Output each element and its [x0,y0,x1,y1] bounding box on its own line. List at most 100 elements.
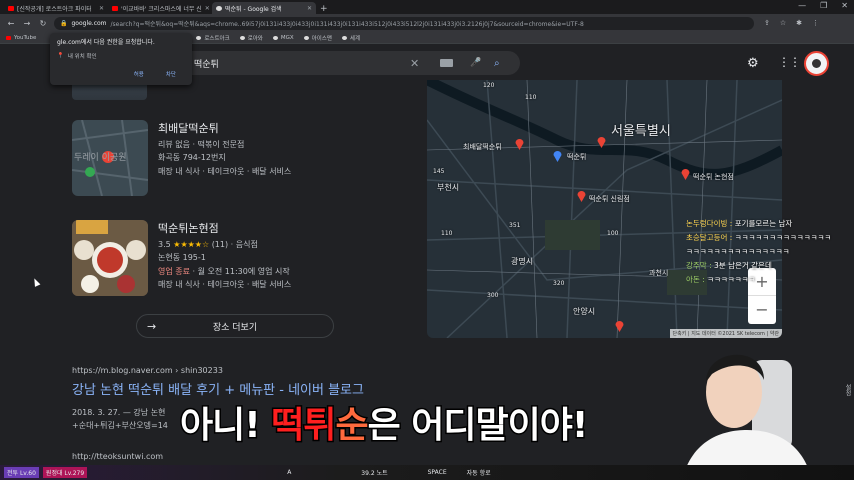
hud-slot: SPACE [427,469,447,476]
tab-1[interactable]: '이교바바' 크리스마스에 너무 신 ✕ [108,2,212,14]
road-number: 110 [525,94,537,101]
result-url[interactable]: http://tteoksuntwi.com [72,452,163,461]
map-city-label: 부천시 [437,183,460,192]
tab-label: 떡순튀 - Google 검색 [225,5,282,13]
place-name[interactable]: 최배달떡순튀 [158,122,291,136]
chat-user: 논두렁다이빙 : [686,219,733,228]
place-hours: 영업 종료 · 월 오전 11:30에 영업 시작 [158,265,291,279]
arrow-right-icon: → [147,319,157,333]
map-pin-icon[interactable] [597,136,606,148]
hud-slot: A [287,469,292,476]
close-icon[interactable]: ✕ [307,5,312,12]
chat-line: 초승달고등어 : ㅋㅋㅋㅋㅋㅋㅋㅋㅋㅋㅋㅋㅋㅋ [686,231,831,245]
reload-icon[interactable]: ↻ [38,19,48,28]
tab-label: [신작공개] 로스트아크 파이터 [17,5,92,13]
road-number: 110 [441,230,453,237]
hud-slot: 39.2 노트 [361,470,388,477]
maximize-icon[interactable]: ❐ [820,1,827,10]
youtube-icon [112,5,118,11]
search-icon[interactable]: ⌕ [494,58,500,69]
search-input[interactable]: 떡순튀 ✕ 🎤 ⌕ [140,51,520,75]
google-icon [216,5,222,11]
map-city-label: 서울특별시 [611,124,671,139]
bookmark-icon [239,35,245,40]
mic-icon[interactable]: 🎤 [470,58,481,68]
bookmark-label: 아이스맨 [311,35,332,42]
bookmark-label: YouTube [14,34,37,41]
popup-title: gle.com에서 다음 권한을 요청합니다. [57,39,155,46]
place-name[interactable]: 떡순튀논현점 [158,222,291,236]
close-icon[interactable]: ✕ [99,5,104,12]
game-hud: 전투 Lv.60 원정대 Lv.279 A 39.2 노트 SPACE 자동 항… [0,465,854,480]
close-icon[interactable]: ✕ [205,5,210,12]
road-number: 120 [483,82,495,89]
bookmark-iceman[interactable]: 아이스맨 [303,34,332,42]
avatar[interactable] [804,51,829,76]
chat-text: ㅋㅋㅋㅋㅋㅋㅋ [707,275,756,284]
result-url[interactable]: https://m.blog.naver.com › shin30233 [72,366,432,375]
bookmark-loawa[interactable]: 로아와 [239,34,263,42]
permission-label: 내 위치 확인 [67,54,97,60]
map-pin-icon[interactable] [553,150,562,162]
forward-icon[interactable]: → [22,19,32,28]
bookmark-lostark[interactable]: 로스트아크 [196,34,230,42]
chat-line: 강주막 : 3분 남은거 같은데 [686,259,831,273]
bookmark-label: 로아와 [247,35,263,42]
menu-icon[interactable]: ⋮ [812,19,819,27]
chat-text: 포기를모르는 남자 [734,219,793,228]
caption-highlight: 떡튀 [270,404,338,448]
youtube-icon [6,35,11,40]
zoom-out-button[interactable]: − [748,296,776,323]
close-window-icon[interactable]: ✕ [841,1,848,10]
star-rating-icon: ★★★★☆ [173,239,210,249]
keyboard-icon[interactable] [440,59,453,67]
chat-line: 논두렁다이빙 : 포기를모르는 남자 [686,217,831,231]
back-icon[interactable]: ← [6,19,16,28]
gear-icon[interactable]: ⚙ [747,56,759,71]
caption-part: 은 어디말이야! [366,404,590,448]
map-pin-label: 최배달떡순튀 [463,143,502,151]
tab-0[interactable]: [신작공개] 로스트아크 파이터 ✕ [4,2,108,14]
block-button[interactable]: 차단 [166,70,176,78]
permission-popup: gle.com에서 다음 권한을 요청합니다. 📍 내 위치 확인 허용 차단 [50,33,192,85]
place-rating-row: 3.5 ★★★★☆ (11) · 음식점 [158,238,291,252]
chat-text: 3분 남은거 같은데 [714,261,772,270]
map-pin-icon[interactable] [577,190,586,202]
local-map[interactable]: 서울특별시 부천시 광명시 안양시 과천시 최배달떡순튀 떡순튀 떡순튀 논현점… [427,80,782,338]
road-number: 300 [487,292,499,299]
lock-icon: 🔒 [60,19,68,27]
place-result[interactable]: 떡순튀논현점 3.5 ★★★★☆ (11) · 음식점 논현동 195-1 영업… [72,220,342,296]
road-number: 351 [509,222,521,229]
more-places-label: 장소 더보기 [212,322,258,333]
place-result[interactable]: 두레이 이공원 최배달떡순튀 리뷰 없음 · 떡볶이 전문점 화곡동 794-1… [72,120,342,196]
tab-label: '이교바바' 크리스마스에 너무 신 [121,5,202,13]
map-pin-label: 떡순튀 신림점 [589,195,630,203]
chat-user: 강주막 : [686,261,712,270]
allow-button[interactable]: 허용 [134,70,144,78]
bookmark-world[interactable]: 세계 [341,34,360,42]
place-services: 매장 내 식사 · 테이크아웃 · 배달 서비스 [158,166,292,176]
clear-icon[interactable]: ✕ [410,57,419,70]
chat-line: 아돈 : ㅋㅋㅋㅋㅋㅋㅋ [686,273,831,287]
address-domain: google.com [71,19,107,27]
address-bar[interactable]: 🔒 google.com/search?q=떡순튀&oq=떡순튀&aqs=chr… [54,16,754,30]
more-places-button[interactable]: → 장소 더보기 [136,314,334,338]
bookmark-mgx[interactable]: MGX [272,35,294,41]
bookmark-icon [341,35,347,40]
youtube-icon [8,5,14,11]
extensions-icon[interactable]: ✱ [796,19,802,27]
tab-2[interactable]: 떡순튀 - Google 검색 ✕ [212,2,316,14]
map-pin-icon[interactable] [681,168,690,180]
map-pin-icon[interactable] [615,320,624,332]
bookmark-youtube[interactable]: YouTube [6,35,36,41]
map-pin-icon[interactable] [515,138,524,150]
browser-toolbar: ← → ↻ 🔒 google.com/search?q=떡순튀&oq=떡순튀&a… [0,14,854,32]
road-number: 320 [553,280,565,287]
location-pin-icon: 📍 [57,53,64,59]
combat-level-badge: 전투 Lv.60 [4,467,39,478]
chat-text: ㅋㅋㅋㅋㅋㅋㅋㅋㅋㅋㅋㅋㅋㅋㅋ [686,247,790,256]
bookmark-star-icon[interactable]: ☆ [780,19,786,27]
new-tab-button[interactable]: + [320,4,328,14]
share-icon[interactable]: ⇪ [764,19,770,27]
minimize-icon[interactable]: — [798,1,806,10]
